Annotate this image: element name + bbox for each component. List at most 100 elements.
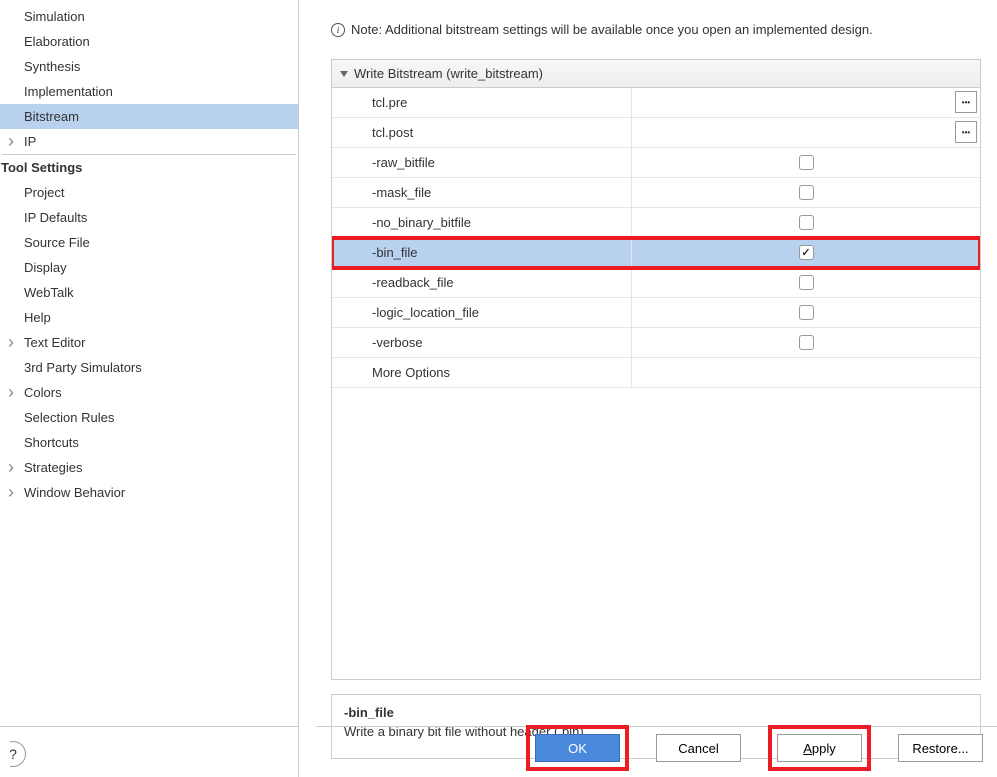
setting-name-label: -logic_location_file [372,305,479,320]
tree-item-label: IP [24,134,36,149]
setting-row--readback-file[interactable]: -readback_file [332,268,980,298]
setting-value-cell[interactable] [632,178,980,207]
setting-name-label: -mask_file [372,185,431,200]
note-text: Note: Additional bitstream settings will… [351,22,873,37]
tree-item-3rd-party-simulators[interactable]: 3rd Party Simulators [0,355,298,380]
tree-item-label: Simulation [24,9,85,24]
tree-item-strategies[interactable]: ›Strategies [0,455,298,480]
ellipsis-button[interactable]: ••• [955,121,977,143]
tree-item-help[interactable]: Help [0,305,298,330]
tool-settings-label: Tool Settings [1,160,82,175]
tree-item-shortcuts[interactable]: Shortcuts [0,430,298,455]
apply-button[interactable]: Apply [777,734,862,762]
tree-item-label: Source File [24,235,90,250]
setting-value-cell[interactable]: ••• [632,88,980,117]
description-title: -bin_file [344,705,968,720]
checkbox[interactable] [799,185,814,200]
tree-item-label: Bitstream [24,109,79,124]
tree-item-label: Synthesis [24,59,80,74]
help-label: ? [9,746,17,762]
restore-button[interactable]: Restore... [898,734,983,762]
checkbox[interactable] [799,245,814,260]
panel-header[interactable]: Write Bitstream (write_bitstream) [332,60,980,88]
setting-row-tcl-post[interactable]: tcl.post ••• [332,118,980,148]
tree-item-text-editor[interactable]: ›Text Editor [0,330,298,355]
tree-item-bitstream[interactable]: Bitstream [0,104,298,129]
tree-item-elaboration[interactable]: Elaboration [0,29,298,54]
tree-item-label: 3rd Party Simulators [24,360,142,375]
cancel-button[interactable]: Cancel [656,734,741,762]
tree-item-label: Elaboration [24,34,90,49]
tree-item-display[interactable]: Display [0,255,298,280]
restore-wrap: Restore... [889,725,987,771]
setting-row-more-options[interactable]: More Options [332,358,980,388]
tree-item-label: Window Behavior [24,485,125,500]
tree-item-project[interactable]: Project [0,180,298,205]
apply-highlight: Apply [768,725,871,771]
sidebar-bottom-divider [0,726,299,727]
tool-settings-header: Tool Settings [0,155,298,180]
tree-item-source-file[interactable]: Source File [0,230,298,255]
setting-row--logic-location-file[interactable]: -logic_location_file [332,298,980,328]
tree-item-simulation[interactable]: Simulation [0,4,298,29]
restore-label: Restore... [912,741,968,756]
tree-item-label: Shortcuts [24,435,79,450]
setting-name-cell: -logic_location_file [332,298,632,327]
setting-name-label: -raw_bitfile [372,155,435,170]
tree-item-ip[interactable]: ›IP [0,129,298,154]
setting-row--mask-file[interactable]: -mask_file [332,178,980,208]
tree-item-window-behavior[interactable]: ›Window Behavior [0,480,298,505]
setting-value-cell[interactable] [632,238,980,267]
setting-value-cell[interactable] [632,358,980,387]
chevron-right-icon: › [8,135,24,148]
chevron-right-icon: › [8,461,24,474]
tree-item-label: IP Defaults [24,210,87,225]
tree-item-ip-defaults[interactable]: IP Defaults [0,205,298,230]
setting-name-cell: More Options [332,358,632,387]
tree-item-label: Implementation [24,84,113,99]
setting-name-label: tcl.pre [372,95,407,110]
tree-item-label: Text Editor [24,335,85,350]
tree-item-implementation[interactable]: Implementation [0,79,298,104]
setting-name-cell: tcl.pre [332,88,632,117]
setting-value-cell[interactable] [632,268,980,297]
info-icon: i [331,23,345,37]
setting-value-cell[interactable] [632,298,980,327]
ellipsis-button[interactable]: ••• [955,91,977,113]
tree-item-label: WebTalk [24,285,74,300]
tree-item-synthesis[interactable]: Synthesis [0,54,298,79]
apply-label-rest: pply [812,741,836,756]
setting-name-label: -bin_file [372,245,418,260]
cancel-wrap: Cancel [647,725,750,771]
setting-row--verbose[interactable]: -verbose [332,328,980,358]
cancel-label: Cancel [678,741,718,756]
checkbox[interactable] [799,335,814,350]
ok-label: OK [568,741,587,756]
setting-name-label: tcl.post [372,125,413,140]
setting-name-cell: tcl.post [332,118,632,147]
setting-value-cell[interactable] [632,208,980,237]
tree-item-selection-rules[interactable]: Selection Rules [0,405,298,430]
checkbox[interactable] [799,275,814,290]
setting-name-cell: -mask_file [332,178,632,207]
setting-value-cell[interactable] [632,328,980,357]
setting-row--raw-bitfile[interactable]: -raw_bitfile [332,148,980,178]
chevron-right-icon: › [8,386,24,399]
checkbox[interactable] [799,305,814,320]
setting-value-cell[interactable] [632,148,980,177]
setting-row-tcl-pre[interactable]: tcl.pre ••• [332,88,980,118]
checkbox[interactable] [799,155,814,170]
setting-name-label: -no_binary_bitfile [372,215,471,230]
ok-button[interactable]: OK [535,734,620,762]
setting-name-cell: -readback_file [332,268,632,297]
tree-item-label: Colors [24,385,62,400]
chevron-right-icon: › [8,486,24,499]
setting-row--bin-file[interactable]: -bin_file [332,238,980,268]
checkbox[interactable] [799,215,814,230]
tree-item-label: Selection Rules [24,410,114,425]
tree-item-label: Help [24,310,51,325]
setting-row--no-binary-bitfile[interactable]: -no_binary_bitfile [332,208,980,238]
setting-value-cell[interactable]: ••• [632,118,980,147]
tree-item-webtalk[interactable]: WebTalk [0,280,298,305]
tree-item-colors[interactable]: ›Colors [0,380,298,405]
